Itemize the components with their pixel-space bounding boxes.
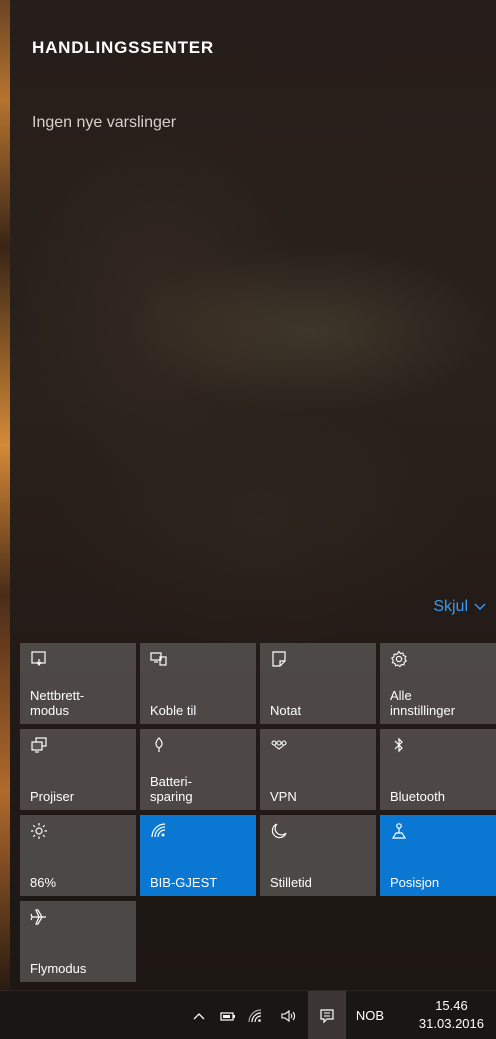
moon-icon xyxy=(270,822,288,840)
tile-project[interactable]: Projiser xyxy=(20,729,136,810)
tile-brightness[interactable]: 86% xyxy=(20,815,136,896)
tile-label: Stilletid xyxy=(270,875,312,890)
tile-label: Posisjon xyxy=(390,875,440,890)
connect-icon xyxy=(150,650,168,668)
tile-label: Projiser xyxy=(30,789,75,804)
airplane-icon xyxy=(30,908,48,926)
brightness-icon xyxy=(30,822,48,840)
taskbar: NOB 15.46 31.03.2016 xyxy=(0,990,496,1039)
tile-label: Flymodus xyxy=(30,961,87,976)
action-center-panel: HANDLINGSSENTER Ingen nye varslinger Skj… xyxy=(10,0,496,990)
volume-button[interactable] xyxy=(268,991,308,1039)
wifi-icon xyxy=(248,1008,262,1022)
tile-connect[interactable]: Koble til xyxy=(140,643,256,724)
speaker-icon xyxy=(281,1009,296,1022)
tile-label: Bluetooth xyxy=(390,789,445,804)
tile-label: VPN xyxy=(270,789,297,804)
clock-date: 31.03.2016 xyxy=(418,1016,484,1031)
language-indicator[interactable]: NOB xyxy=(348,991,392,1039)
language-label: NOB xyxy=(355,1008,385,1023)
tile-label: Koble til xyxy=(150,703,197,718)
tile-battery-saver[interactable]: Batteri- sparing xyxy=(140,729,256,810)
chevron-down-icon xyxy=(474,598,486,616)
gear-icon xyxy=(390,650,408,668)
battery-button[interactable] xyxy=(214,991,242,1039)
tile-quiet-hours[interactable]: Stilletid xyxy=(260,815,376,896)
tile-label: Nettbrett- modus xyxy=(30,688,85,718)
tile-location[interactable]: Posisjon xyxy=(380,815,496,896)
battery-saver-icon xyxy=(150,736,168,754)
collapse-button[interactable]: Skjul xyxy=(433,598,486,616)
network-button[interactable] xyxy=(242,991,268,1039)
tile-bluetooth[interactable]: Bluetooth xyxy=(380,729,496,810)
show-hidden-icons-button[interactable] xyxy=(184,991,214,1039)
collapse-label: Skjul xyxy=(433,598,468,615)
tile-all-settings[interactable]: Alle innstillinger xyxy=(380,643,496,724)
battery-icon xyxy=(220,1011,235,1021)
tablet-mode-icon xyxy=(30,650,48,668)
tile-wifi[interactable]: BIB-GJEST xyxy=(140,815,256,896)
quick-actions-grid: Nettbrett- modus Koble til Notat Alle in… xyxy=(20,643,496,982)
tile-tablet-mode[interactable]: Nettbrett- modus xyxy=(20,643,136,724)
action-center-title: HANDLINGSSENTER xyxy=(32,38,215,57)
tile-note[interactable]: Notat xyxy=(260,643,376,724)
tile-label: Batteri- sparing xyxy=(150,774,193,804)
vpn-icon xyxy=(270,736,288,754)
tile-label: BIB-GJEST xyxy=(150,875,218,890)
clock[interactable]: 15.46 31.03.2016 xyxy=(419,997,484,1033)
tile-airplane-mode[interactable]: Flymodus xyxy=(20,901,136,982)
action-center-button[interactable] xyxy=(308,991,346,1039)
desktop-background xyxy=(0,0,10,990)
tile-vpn[interactable]: VPN xyxy=(260,729,376,810)
tile-label: Alle innstillinger xyxy=(390,688,456,718)
location-icon xyxy=(390,822,408,840)
tile-label: Notat xyxy=(270,703,302,718)
project-icon xyxy=(30,736,48,754)
action-center-icon xyxy=(320,1008,334,1023)
clock-time: 15.46 xyxy=(435,998,468,1013)
note-icon xyxy=(270,650,288,668)
bluetooth-icon xyxy=(390,736,408,754)
wifi-icon xyxy=(150,822,168,840)
no-notifications-text: Ingen nye varslinger xyxy=(32,114,177,131)
tile-label: 86% xyxy=(30,875,57,890)
chevron-up-icon xyxy=(193,1012,205,1019)
